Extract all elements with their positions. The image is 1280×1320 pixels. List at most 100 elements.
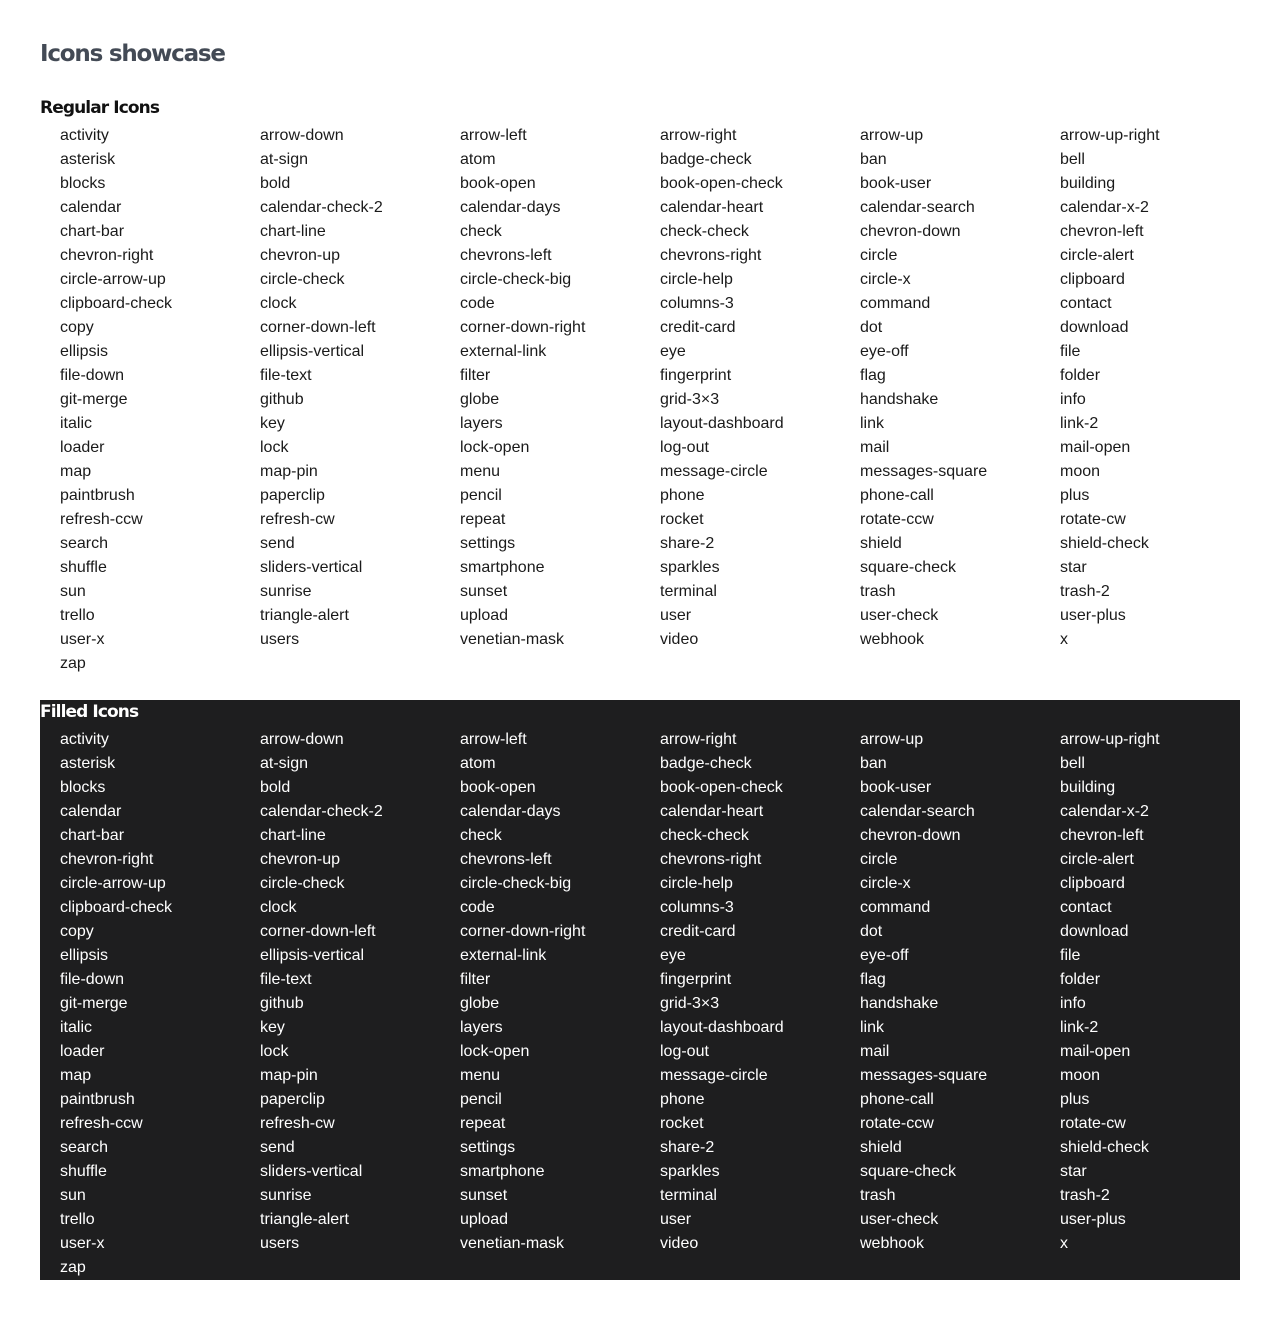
regular-icons-grid: activity arrow-down arrow-left arrow-right a… [40, 124, 1240, 676]
filled-icon-item-fingerprint: fingerprint [660, 971, 732, 988]
regular-icon-item-trello: trello [60, 607, 95, 624]
regular-icon-item-loader: loader [60, 439, 105, 456]
regular-icon-item-upload: upload [460, 607, 509, 624]
regular-icon-item-layers: layers [460, 415, 503, 432]
filled-icon-item-menu: menu [460, 1067, 501, 1084]
page-title: Icons showcase [40, 41, 226, 67]
regular-icon-item-contact: contact [1060, 295, 1112, 312]
filled-icon-item-check: check [460, 827, 502, 844]
regular-icon-item-refresh-ccw: refresh-ccw [60, 511, 143, 528]
filled-icon-item-clipboard-check: clipboard-check [60, 899, 173, 916]
filled-icon-item-calendar-days: calendar-days [460, 803, 561, 820]
filled-icon-item-calendar-check-2: calendar-check-2 [260, 803, 383, 820]
filled-icon-item-key: key [260, 1019, 285, 1036]
filled-icon-item-calendar-x-2: calendar-x-2 [1060, 803, 1149, 820]
regular-icon-item-calendar-days: calendar-days [460, 199, 561, 216]
regular-icon-item-terminal: terminal [660, 583, 717, 600]
regular-icon-item-zap: zap [60, 655, 86, 672]
regular-icon-item-trash: trash [860, 583, 896, 600]
regular-icon-item-link-2: link-2 [1060, 415, 1099, 432]
filled-icon-item-mail: mail [860, 1043, 890, 1060]
regular-icon-item-ellipsis: ellipsis [60, 343, 109, 360]
regular-icon-item-blocks: blocks [60, 175, 106, 192]
filled-icon-item-copy: copy [60, 923, 94, 940]
regular-icon-item-arrow-down: arrow-down [260, 127, 344, 144]
regular-icon-item-rocket: rocket [660, 511, 704, 528]
regular-icon-item-calendar-check-2: calendar-check-2 [260, 199, 383, 216]
regular-icon-item-columns-3: columns-3 [660, 295, 734, 312]
regular-icon-item-shield: shield [860, 535, 902, 552]
regular-icon-item-lock-open: lock-open [460, 439, 530, 456]
regular-icon-item-sunset: sunset [460, 583, 508, 600]
regular-icon-item-dot: dot [860, 319, 883, 336]
regular-icon-item-venetian-mask: venetian-mask [460, 631, 565, 648]
filled-icon-item-sunset: sunset [460, 1187, 508, 1204]
filled-icon-item-bell: bell [1060, 755, 1085, 772]
filled-icon-item-triangle-alert: triangle-alert [260, 1211, 349, 1228]
regular-icon-item-circle-check-big: circle-check-big [460, 271, 572, 288]
regular-icon-item-book-open-check: book-open-check [660, 175, 783, 192]
filled-icon-item-chevron-up: chevron-up [260, 851, 341, 868]
filled-icon-item-circle-x: circle-x [860, 875, 911, 892]
filled-icon-item-moon: moon [1060, 1067, 1101, 1084]
filled-icon-item-columns-3: columns-3 [660, 899, 734, 916]
regular-icon-item-calendar-heart: calendar-heart [660, 199, 764, 216]
regular-icon-item-corner-down-right: corner-down-right [460, 319, 586, 336]
regular-icon-item-menu: menu [460, 463, 501, 480]
filled-icons-heading: Filled Icons [40, 702, 139, 722]
filled-icon-item-trash: trash [860, 1187, 896, 1204]
regular-icon-item-user-plus: user-plus [1060, 607, 1126, 624]
regular-icon-item-check: check [460, 223, 502, 240]
filled-icon-item-trello: trello [60, 1211, 95, 1228]
regular-icon-item-asterisk: asterisk [60, 151, 116, 168]
filled-icon-item-chevrons-left: chevrons-left [460, 851, 552, 868]
regular-icon-item-arrow-right: arrow-right [660, 127, 737, 144]
filled-icon-item-user-plus: user-plus [1060, 1211, 1126, 1228]
regular-icon-item-calendar-x-2: calendar-x-2 [1060, 199, 1149, 216]
filled-icon-item-users: users [260, 1235, 300, 1252]
regular-icon-item-search: search [60, 535, 109, 552]
regular-icon-item-chevrons-left: chevrons-left [460, 247, 552, 264]
regular-icon-item-code: code [460, 295, 495, 312]
regular-icon-item-map: map [60, 463, 92, 480]
filled-icon-item-send: send [260, 1139, 295, 1156]
regular-icon-item-eye-off: eye-off [860, 343, 909, 360]
regular-icon-item-user-check: user-check [860, 607, 939, 624]
regular-icon-item-arrow-up-right: arrow-up-right [1060, 127, 1160, 144]
regular-icon-item-ellipsis-vertical: ellipsis-vertical [260, 343, 365, 360]
filled-icon-item-clipboard: clipboard [1060, 875, 1125, 892]
regular-icon-item-globe: globe [460, 391, 500, 408]
regular-icon-item-lock: lock [260, 439, 289, 456]
filled-icon-item-lock: lock [260, 1043, 289, 1060]
filled-icon-item-calendar-search: calendar-search [860, 803, 975, 820]
regular-icon-item-sliders-vertical: sliders-vertical [260, 559, 363, 576]
regular-icons-section: Regular Icons activity arrow-down arrow-le… [40, 96, 1240, 676]
regular-icon-item-circle-alert: circle-alert [1060, 247, 1134, 264]
filled-icon-item-chevron-down: chevron-down [860, 827, 961, 844]
regular-icon-item-file: file [1060, 343, 1081, 360]
regular-icon-item-clipboard: clipboard [1060, 271, 1125, 288]
filled-icon-item-git-merge: git-merge [60, 995, 128, 1012]
filled-icon-item-at-sign: at-sign [260, 755, 309, 772]
regular-icon-item-clipboard-check: clipboard-check [60, 295, 173, 312]
filled-icon-item-blocks: blocks [60, 779, 106, 796]
regular-icon-item-badge-check: badge-check [660, 151, 752, 168]
filled-icon-item-arrow-up-right: arrow-up-right [1060, 731, 1160, 748]
regular-icon-item-triangle-alert: triangle-alert [260, 607, 349, 624]
regular-icon-item-chevron-down: chevron-down [860, 223, 961, 240]
regular-icon-item-bell: bell [1060, 151, 1085, 168]
filled-icon-item-messages-square: messages-square [860, 1067, 988, 1084]
regular-icon-item-circle-help: circle-help [660, 271, 733, 288]
filled-icon-item-settings: settings [460, 1139, 516, 1156]
regular-icon-item-user-x: user-x [60, 631, 105, 648]
filled-icon-item-credit-card: credit-card [660, 923, 736, 940]
regular-icon-item-mail: mail [860, 439, 890, 456]
filled-icons-grid: activity arrow-down arrow-left arrow-right a… [40, 728, 1240, 1280]
regular-icon-item-command: command [860, 295, 931, 312]
filled-icon-item-circle-check: circle-check [260, 875, 345, 892]
regular-icon-item-paintbrush: paintbrush [60, 487, 135, 504]
filled-icon-item-mail-open: mail-open [1060, 1043, 1131, 1060]
filled-icon-item-layout-dashboard: layout-dashboard [660, 1019, 784, 1036]
regular-icon-item-video: video [660, 631, 699, 648]
filled-icon-item-map-pin: map-pin [260, 1067, 318, 1084]
